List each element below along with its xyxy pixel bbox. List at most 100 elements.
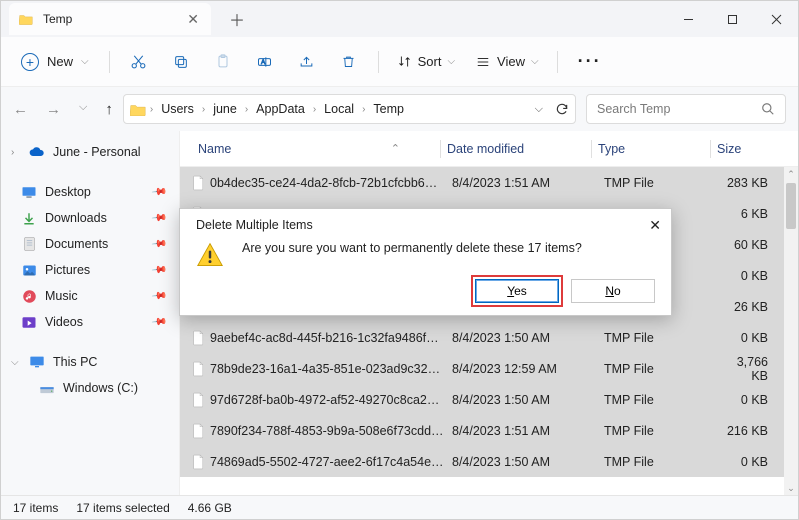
file-row[interactable]: 7890f234-788f-4853-9b9a-508e6f73cdde.t..… — [180, 415, 798, 446]
file-row[interactable]: 9aebef4c-ac8d-445f-b216-1c32fa9486f9.t..… — [180, 322, 798, 353]
sort-icon — [397, 54, 412, 69]
status-selected: 17 items selected — [76, 501, 169, 515]
window-controls — [666, 1, 798, 37]
column-size[interactable]: Size — [711, 142, 798, 156]
desktop-icon — [21, 184, 37, 200]
tab-close-icon[interactable]: ✕ — [187, 11, 199, 28]
scroll-up-icon[interactable]: ⌃ — [787, 167, 795, 181]
pin-icon: 📌 — [150, 236, 167, 252]
sidebar-item-thispc[interactable]: ⌵ This PC — [1, 349, 179, 375]
dialog-yes-button[interactable]: Yes — [475, 279, 559, 303]
view-button[interactable]: View ⌵ — [467, 54, 547, 69]
sidebar-item-desktop[interactable]: Desktop 📌 — [1, 179, 179, 205]
close-button[interactable] — [754, 1, 798, 37]
cut-button[interactable] — [120, 44, 158, 80]
pin-icon: 📌 — [150, 288, 167, 304]
sidebar-item-label: June - Personal — [53, 145, 141, 159]
breadcrumb[interactable]: june — [209, 102, 241, 116]
sort-caret-icon: ⌃ — [391, 142, 400, 155]
file-name: 74869ad5-5502-4727-aee2-6f17c4a54e74... — [210, 455, 452, 469]
sort-button[interactable]: Sort ⌵ — [389, 54, 463, 69]
breadcrumb[interactable]: Temp — [369, 102, 408, 116]
sidebar-item-documents[interactable]: Documents 📌 — [1, 231, 179, 257]
file-type: TMP File — [604, 455, 724, 469]
file-name: 78b9de23-16a1-4a35-851e-023ad9c32e6f... — [210, 362, 452, 376]
rename-button[interactable]: A — [246, 44, 284, 80]
title-bar: Temp ✕ ＋ — [1, 1, 798, 37]
recent-button[interactable]: ⌵ — [79, 101, 87, 118]
sidebar-item-pictures[interactable]: Pictures 📌 — [1, 257, 179, 283]
column-type[interactable]: Type — [592, 142, 710, 156]
svg-text:A: A — [261, 60, 265, 66]
file-date: 8/4/2023 1:50 AM — [452, 331, 604, 345]
dialog-close-icon[interactable]: ✕ — [649, 217, 661, 234]
divider — [109, 51, 110, 73]
refresh-icon[interactable] — [555, 102, 569, 116]
status-item-count: 17 items — [13, 501, 58, 515]
file-date: 8/4/2023 1:51 AM — [452, 424, 604, 438]
sidebar-item-label: Windows (C:) — [63, 381, 138, 395]
window-tab[interactable]: Temp ✕ — [9, 3, 211, 35]
file-row[interactable]: 74869ad5-5502-4727-aee2-6f17c4a54e74...8… — [180, 446, 798, 477]
pin-icon: 📌 — [150, 314, 167, 330]
sidebar-item-label: Documents — [45, 237, 108, 251]
file-row[interactable]: 97d6728f-ba0b-4972-af52-49270c8ca2b8...8… — [180, 384, 798, 415]
pc-icon — [29, 354, 45, 370]
status-bar: 17 items 17 items selected 4.66 GB — [1, 495, 798, 519]
breadcrumb[interactable]: Users — [157, 102, 198, 116]
view-label: View — [497, 54, 525, 69]
sidebar-item-drive[interactable]: Windows (C:) — [1, 375, 179, 401]
pin-icon: 📌 — [150, 210, 167, 226]
sidebar-item-onedrive[interactable]: › June - Personal — [1, 139, 179, 165]
breadcrumb[interactable]: AppData — [252, 102, 309, 116]
pin-icon: 📌 — [150, 184, 167, 200]
forward-button[interactable]: → — [46, 101, 61, 118]
file-date: 8/4/2023 1:51 AM — [452, 176, 604, 190]
copy-button[interactable] — [162, 44, 200, 80]
new-label: New — [47, 54, 73, 69]
new-tab-button[interactable]: ＋ — [229, 7, 245, 31]
plus-icon: + — [21, 53, 39, 71]
file-type: TMP File — [604, 424, 724, 438]
file-name: 97d6728f-ba0b-4972-af52-49270c8ca2b8... — [210, 393, 452, 407]
search-input[interactable]: Search Temp — [586, 94, 786, 124]
view-icon — [475, 55, 491, 69]
chevron-down-icon: ⌵ — [11, 357, 21, 368]
address-bar[interactable]: › Users› june› AppData› Local› Temp ⌵ — [123, 94, 576, 124]
up-button[interactable]: ↑ — [105, 101, 113, 118]
back-button[interactable]: ← — [13, 101, 28, 118]
pin-icon: 📌 — [150, 262, 167, 278]
minimize-button[interactable] — [666, 1, 710, 37]
file-row[interactable]: 0b4dec35-ce24-4da2-8fcb-72b1cfcbb657...8… — [180, 167, 798, 198]
vertical-scrollbar[interactable]: ⌃ ⌄ — [784, 167, 798, 495]
file-icon — [192, 423, 205, 439]
delete-button[interactable] — [330, 44, 368, 80]
sidebar-item-downloads[interactable]: Downloads📌 — [1, 205, 179, 231]
sidebar-item-videos[interactable]: Videos 📌 — [1, 309, 179, 335]
file-icon — [192, 454, 205, 470]
column-headers: Name⌃ Date modified Type Size — [180, 131, 798, 167]
dialog-no-button[interactable]: No — [571, 279, 655, 303]
scroll-down-icon[interactable]: ⌄ — [787, 481, 795, 495]
scroll-thumb[interactable] — [786, 183, 796, 229]
sidebar-item-label: Desktop — [45, 185, 91, 199]
breadcrumb[interactable]: Local — [320, 102, 358, 116]
file-row[interactable]: 78b9de23-16a1-4a35-851e-023ad9c32e6f...8… — [180, 353, 798, 384]
navigation-sidebar: › June - Personal Desktop📌Downloads📌Docu… — [1, 131, 179, 495]
chevron-down-icon[interactable]: ⌵ — [535, 103, 543, 116]
file-name: 7890f234-788f-4853-9b9a-508e6f73cdde.t..… — [210, 424, 452, 438]
paste-button[interactable] — [204, 44, 242, 80]
delete-dialog: Delete Multiple Items ✕ Are you sure you… — [179, 208, 672, 316]
column-name[interactable]: Name⌃ — [192, 142, 440, 156]
sidebar-item-music[interactable]: Music📌 — [1, 283, 179, 309]
more-button[interactable]: ··· — [568, 51, 612, 72]
maximize-button[interactable] — [710, 1, 754, 37]
documents-icon — [21, 236, 37, 252]
sidebar-item-label: Pictures — [45, 263, 90, 277]
column-date[interactable]: Date modified — [441, 142, 591, 156]
sidebar-item-label: Videos — [45, 315, 83, 329]
chevron-down-icon: ⌵ — [81, 56, 89, 67]
share-button[interactable] — [288, 44, 326, 80]
dialog-message: Are you sure you want to permanently del… — [242, 241, 582, 255]
new-button[interactable]: + New ⌵ — [11, 45, 99, 79]
